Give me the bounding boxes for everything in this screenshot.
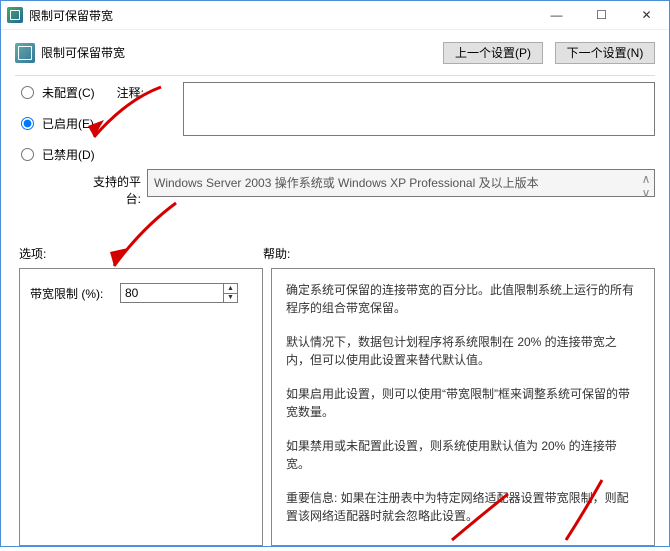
options-panel: 带宽限制 (%): ▲ ▼ [19, 268, 263, 546]
minimize-button[interactable]: — [534, 1, 579, 29]
platform-value: Windows Server 2003 操作系统或 Windows XP Pro… [154, 176, 539, 190]
bandwidth-limit-input[interactable] [121, 284, 223, 302]
spinner-up-icon[interactable]: ▲ [224, 284, 237, 294]
lower-panels: 带宽限制 (%): ▲ ▼ 确定系统可保留的连接带宽的百分比。此值限制系统上运行… [1, 268, 669, 546]
prev-setting-button[interactable]: 上一个设置(P) [443, 42, 543, 64]
radio-not-configured[interactable]: 未配置(C) [21, 84, 95, 101]
bandwidth-limit-label: 带宽限制 (%): [30, 285, 112, 302]
help-paragraph: 重要信息: 如果在注册表中为特定网络适配器设置带宽限制，则配置该网络适配器时就会… [286, 489, 640, 525]
radio-not-configured-label: 未配置(C) [42, 84, 95, 101]
maximize-button[interactable]: ☐ [579, 1, 624, 29]
radio-enabled[interactable]: 已启用(E) [21, 115, 95, 132]
help-panel: 确定系统可保留的连接带宽的百分比。此值限制系统上运行的所有程序的组合带宽保留。 … [271, 268, 655, 546]
window-controls: — ☐ ✕ [534, 1, 669, 29]
titlebar[interactable]: 限制可保留带宽 — ☐ ✕ [1, 1, 669, 30]
section-labels: 选项: 帮助: [1, 207, 669, 268]
bandwidth-limit-row: 带宽限制 (%): ▲ ▼ [30, 283, 252, 303]
radio-disabled[interactable]: 已禁用(D) [21, 146, 95, 163]
help-paragraph: 默认情况下，数据包计划程序将系统限制在 20% 的连接带宽之内，但可以使用此设置… [286, 333, 640, 369]
help-paragraph: 如果启用此设置，则可以使用“带宽限制”框来调整系统可保留的带宽数量。 [286, 385, 640, 421]
policy-icon [15, 43, 35, 63]
radio-not-configured-input[interactable] [21, 86, 34, 99]
config-row: 未配置(C) 已启用(E) 已禁用(D) 注释: [1, 76, 669, 163]
radio-enabled-label: 已启用(E) [42, 115, 94, 132]
spinner-down-icon[interactable]: ▼ [224, 294, 237, 303]
dialog-window: 限制可保留带宽 — ☐ ✕ 限制可保留带宽 上一个设置(P) 下一个设置(N) … [0, 0, 670, 547]
app-icon [7, 7, 23, 23]
platform-label: 支持的平台: [81, 169, 141, 207]
comment-area: 注释: [117, 82, 655, 163]
radio-disabled-label: 已禁用(D) [42, 146, 95, 163]
radio-enabled-input[interactable] [21, 117, 34, 130]
comment-label: 注释: [117, 82, 177, 101]
platform-scroll-icon[interactable]: ∧∨ [640, 172, 652, 194]
next-setting-button[interactable]: 下一个设置(N) [555, 42, 655, 64]
platform-row: 支持的平台: Windows Server 2003 操作系统或 Windows… [1, 169, 669, 207]
header-row: 限制可保留带宽 上一个设置(P) 下一个设置(N) [1, 30, 669, 75]
bandwidth-limit-stepper[interactable]: ▲ ▼ [120, 283, 238, 303]
options-section-label: 选项: [19, 245, 263, 262]
help-paragraph: 如果禁用或未配置此设置，则系统使用默认值为 20% 的连接带宽。 [286, 437, 640, 473]
platform-box: Windows Server 2003 操作系统或 Windows XP Pro… [147, 169, 655, 197]
close-button[interactable]: ✕ [624, 1, 669, 29]
policy-title: 限制可保留带宽 [41, 44, 125, 61]
radio-disabled-input[interactable] [21, 148, 34, 161]
window-title: 限制可保留带宽 [29, 7, 534, 24]
help-section-label: 帮助: [263, 245, 290, 262]
comment-textarea[interactable] [183, 82, 655, 136]
help-paragraph: 确定系统可保留的连接带宽的百分比。此值限制系统上运行的所有程序的组合带宽保留。 [286, 281, 640, 317]
spinner: ▲ ▼ [223, 284, 237, 302]
config-state-radios: 未配置(C) 已启用(E) 已禁用(D) [21, 82, 95, 163]
